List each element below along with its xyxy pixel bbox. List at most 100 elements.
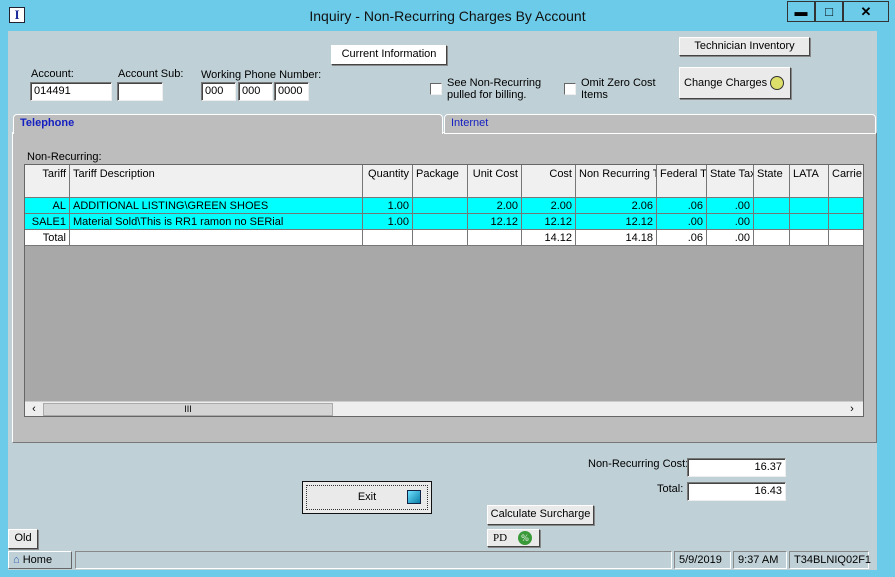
column-header: Tariff bbox=[25, 165, 70, 198]
phone-label: Working Phone Number: bbox=[201, 69, 322, 81]
grid-cell: .00 bbox=[707, 198, 754, 214]
close-button[interactable]: ✕ bbox=[843, 1, 889, 22]
old-button[interactable]: Old bbox=[8, 529, 38, 549]
account-input[interactable]: 014491 bbox=[30, 82, 112, 101]
grid-cell: .00 bbox=[707, 230, 754, 246]
grid-cell: 2.00 bbox=[522, 198, 576, 214]
column-header: Cost bbox=[522, 165, 576, 198]
column-header: Non Recurring Total bbox=[576, 165, 657, 198]
grid-cell bbox=[363, 230, 413, 246]
tab-telephone[interactable]: Telephone bbox=[13, 114, 443, 134]
phone-line-input[interactable]: 0000 bbox=[274, 82, 309, 101]
column-header: Unit Cost bbox=[468, 165, 522, 198]
grid-cell bbox=[790, 214, 829, 230]
grid-cell: Total bbox=[25, 230, 70, 246]
account-sub-label: Account Sub: bbox=[118, 68, 184, 80]
tab-internet[interactable]: Internet bbox=[444, 114, 876, 134]
column-header: Tariff Description bbox=[70, 165, 363, 198]
grid-cell: 2.00 bbox=[468, 198, 522, 214]
yellow-circle-icon bbox=[770, 76, 784, 90]
grid-cell bbox=[829, 230, 863, 246]
grid-cell: ADDITIONAL LISTING\GREEN SHOES bbox=[70, 198, 363, 214]
grid-cell bbox=[413, 230, 468, 246]
grid-total-row[interactable]: Total 14.12 14.18.06.00 bbox=[25, 230, 863, 246]
grid-cell bbox=[413, 214, 468, 230]
column-header: Carrie bbox=[829, 165, 863, 198]
column-header: State Tax bbox=[707, 165, 754, 198]
column-header: LATA bbox=[790, 165, 829, 198]
status-time: 9:37 AM bbox=[733, 551, 787, 569]
grid-cell: 1.00 bbox=[363, 198, 413, 214]
change-charges-label: Change Charges bbox=[684, 77, 768, 89]
grid-cell: SALE1 bbox=[25, 214, 70, 230]
grid-cell bbox=[790, 230, 829, 246]
grid-cell bbox=[468, 230, 522, 246]
status-bar: ⌂ Home 5/9/2019 9:37 AM T34BLNIQ02F1 bbox=[8, 550, 877, 570]
current-information-button[interactable]: Current Information bbox=[331, 45, 447, 65]
scroll-right-icon[interactable]: › bbox=[845, 403, 859, 416]
nr-cost-label: Non-Recurring Cost: bbox=[588, 458, 689, 470]
grid-cell: 14.12 bbox=[522, 230, 576, 246]
see-nonrecurring-label: See Non-Recurring pulled for billing. bbox=[447, 77, 542, 101]
table-row[interactable]: AL ADDITIONAL LISTING\GREEN SHOES 1.00 2.00… bbox=[25, 198, 863, 214]
pd-label: PD bbox=[493, 532, 508, 544]
column-header: Federal Tax bbox=[657, 165, 707, 198]
column-header: State bbox=[754, 165, 790, 198]
grid-cell: .06 bbox=[657, 230, 707, 246]
percent-icon: % bbox=[518, 531, 532, 545]
home-icon: ⌂ bbox=[13, 554, 20, 566]
calculate-surcharge-button[interactable]: Calculate Surcharge bbox=[487, 505, 594, 525]
horizontal-scrollbar[interactable]: ‹ III › bbox=[25, 401, 863, 416]
status-message bbox=[75, 551, 672, 569]
grid-cell: 1.00 bbox=[363, 214, 413, 230]
grid-label: Non-Recurring: bbox=[27, 151, 102, 163]
scroll-left-icon[interactable]: ‹ bbox=[27, 403, 41, 416]
grid-cell: 12.12 bbox=[522, 214, 576, 230]
grid-cell bbox=[413, 198, 468, 214]
maximize-button[interactable]: □ bbox=[815, 1, 843, 22]
account-sub-input[interactable] bbox=[117, 82, 163, 101]
exit-button[interactable]: Exit bbox=[302, 481, 432, 514]
grid-cell: Material Sold\This is RR1 ramon no SERia… bbox=[70, 214, 363, 230]
title-bar: I Inquiry - Non-Recurring Charges By Acc… bbox=[0, 0, 895, 31]
grid-cell: 14.18 bbox=[576, 230, 657, 246]
see-nonrecurring-checkbox[interactable] bbox=[430, 83, 442, 95]
scroll-thumb[interactable]: III bbox=[43, 403, 333, 416]
grid-cell bbox=[754, 214, 790, 230]
home-button[interactable]: ⌂ Home bbox=[8, 551, 72, 569]
minimize-button[interactable]: ▬ bbox=[787, 1, 815, 22]
grid-cell bbox=[754, 198, 790, 214]
grid-cell bbox=[70, 230, 363, 246]
phone-prefix-input[interactable]: 000 bbox=[238, 82, 273, 101]
technician-inventory-button[interactable]: Technician Inventory bbox=[679, 37, 810, 56]
pd-button[interactable]: PD% bbox=[487, 529, 540, 547]
grid-cell: 12.12 bbox=[576, 214, 657, 230]
status-date: 5/9/2019 bbox=[674, 551, 731, 569]
grid-cell: .00 bbox=[707, 214, 754, 230]
grid-header-row[interactable]: Tariff Tariff Description Quantity Package U… bbox=[25, 165, 863, 198]
home-label: Home bbox=[22, 554, 53, 566]
total-field: 16.43 bbox=[687, 482, 786, 501]
omit-zero-checkbox[interactable] bbox=[564, 83, 576, 95]
grid-cell bbox=[790, 198, 829, 214]
omit-zero-label: Omit Zero Cost Items bbox=[581, 77, 656, 101]
grid-cell: 12.12 bbox=[468, 214, 522, 230]
grid-cell: .00 bbox=[657, 214, 707, 230]
change-charges-button[interactable]: Change Charges bbox=[679, 67, 791, 99]
exit-door-icon bbox=[407, 490, 421, 504]
account-label: Account: bbox=[31, 68, 74, 80]
grid-cell bbox=[829, 198, 863, 214]
charges-grid: Tariff Tariff Description Quantity Package U… bbox=[24, 164, 864, 417]
grid-cell: .06 bbox=[657, 198, 707, 214]
total-label: Total: bbox=[657, 483, 684, 495]
column-header: Quantity bbox=[363, 165, 413, 198]
phone-area-input[interactable]: 000 bbox=[201, 82, 236, 101]
window-title: Inquiry - Non-Recurring Charges By Accou… bbox=[309, 8, 586, 24]
column-header: Package bbox=[413, 165, 468, 198]
grid-cell bbox=[754, 230, 790, 246]
table-row[interactable]: SALE1 Material Sold\This is RR1 ramon no … bbox=[25, 214, 863, 230]
nr-cost-field: 16.37 bbox=[687, 458, 786, 477]
status-code: T34BLNIQ02F1 bbox=[789, 551, 871, 569]
grid-cell bbox=[829, 214, 863, 230]
grid-cell: AL bbox=[25, 198, 70, 214]
